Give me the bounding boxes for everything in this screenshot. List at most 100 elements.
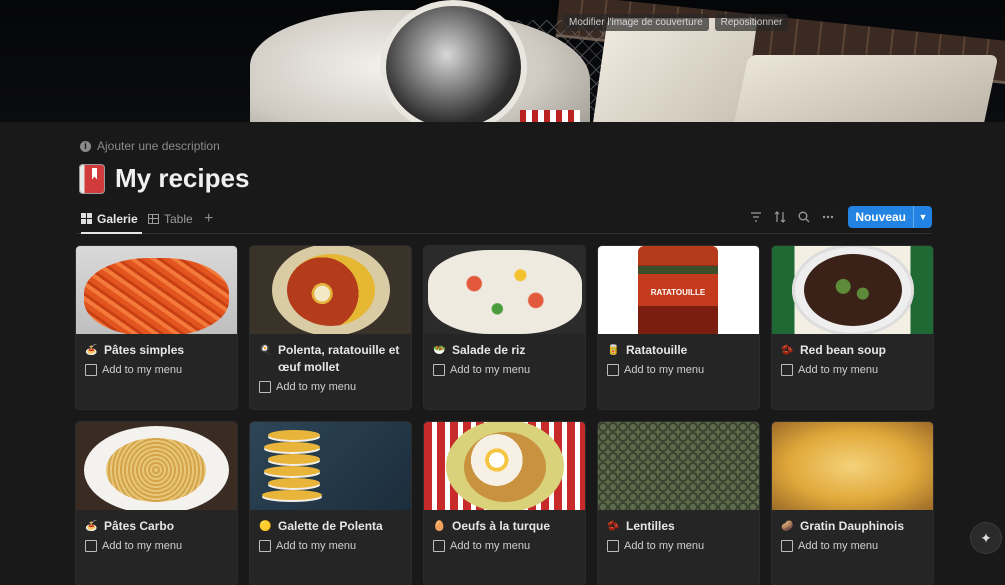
add-description-button[interactable]: i Ajouter une description (80, 139, 220, 153)
add-to-menu-checkbox[interactable]: Add to my menu (772, 535, 933, 552)
lentil-icon: 🫘 (607, 521, 620, 532)
tab-table-label: Table (164, 211, 193, 226)
checkbox-label: Add to my menu (102, 540, 183, 552)
checkbox-label: Add to my menu (276, 540, 357, 552)
checkbox-label: Add to my menu (624, 540, 705, 552)
egg-icon: 🍳 (259, 345, 272, 356)
checkbox-icon (607, 364, 619, 376)
gallery-card[interactable]: 🫘 Red bean soup Add to my menu (772, 246, 933, 409)
card-title: Pâtes simples (104, 343, 185, 357)
checkbox-label: Add to my menu (798, 364, 879, 376)
more-icon[interactable] (816, 205, 840, 229)
card-image-gratin-dauphinois (772, 422, 933, 510)
card-image-ratatouille: RATATOUILLE (598, 246, 759, 334)
checkbox-icon (433, 364, 445, 376)
checkbox-label: Add to my menu (450, 364, 531, 376)
card-image-pates-simples (76, 246, 237, 334)
add-to-menu-checkbox[interactable]: Add to my menu (424, 359, 585, 376)
card-title: Pâtes Carbo (104, 519, 175, 533)
gallery-card[interactable]: RATATOUILLE 🥫 Ratatouille Add to my menu (598, 246, 759, 409)
new-button[interactable]: Nouveau ▼ (848, 206, 932, 228)
gallery-card[interactable]: 🥔 Gratin Dauphinois Add to my menu (772, 422, 933, 585)
checkbox-label: Add to my menu (624, 364, 705, 376)
cover-actions: Modifier l'image de couverture Repositio… (563, 14, 789, 31)
card-image-polenta (250, 246, 411, 334)
checkbox-label: Add to my menu (102, 364, 183, 376)
filter-icon[interactable] (744, 205, 768, 229)
add-to-menu-checkbox[interactable]: Add to my menu (250, 376, 411, 393)
card-title: Galette de Polenta (278, 519, 383, 533)
card-title: Oeufs à la turque (452, 519, 551, 533)
search-icon[interactable] (792, 205, 816, 229)
gallery-grid: 🍝 Pâtes simples Add to my menu 🍳 Polenta, … (76, 246, 936, 585)
table-icon (148, 213, 159, 224)
gallery-card[interactable]: 🫘 Lentilles Add to my menu (598, 422, 759, 585)
astronaut-helmet (380, 0, 527, 122)
gallery-card[interactable]: 🟡 Galette de Polenta Add to my menu (250, 422, 411, 585)
gallery-card[interactable]: 🥗 Salade de riz Add to my menu (424, 246, 585, 409)
checkbox-icon (259, 381, 271, 393)
sparkle-icon[interactable]: ✦ (971, 523, 1001, 553)
add-view-plus-icon[interactable]: + (204, 205, 213, 232)
checkbox-icon (259, 540, 271, 552)
pasta-icon: 🍝 (85, 521, 98, 532)
gallery-card[interactable]: 🍳 Polenta, ratatouille et œuf mollet Add … (250, 246, 411, 409)
checkbox-label: Add to my menu (450, 540, 531, 552)
tab-table[interactable]: Table (148, 205, 193, 232)
add-to-menu-checkbox[interactable]: Add to my menu (76, 535, 237, 552)
card-title: Ratatouille (626, 343, 688, 357)
flag-patch (520, 110, 580, 122)
change-cover-button[interactable]: Modifier l'image de couverture (563, 14, 709, 31)
equipment-bag (592, 18, 758, 122)
card-image-oeufs-a-la-turque (424, 422, 585, 510)
add-to-menu-checkbox[interactable]: Add to my menu (772, 359, 933, 376)
potato-icon: 🥔 (781, 521, 794, 532)
card-image-pates-carbo (76, 422, 237, 510)
salad-icon: 🥗 (433, 345, 446, 356)
checkbox-icon (85, 540, 97, 552)
pasta-icon: 🍝 (85, 345, 98, 356)
gallery-card[interactable]: 🥚 Oeufs à la turque Add to my menu (424, 422, 585, 585)
new-button-label[interactable]: Nouveau (848, 206, 913, 228)
add-to-menu-checkbox[interactable]: Add to my menu (424, 535, 585, 552)
card-image-lentilles (598, 422, 759, 510)
checkbox-icon (607, 540, 619, 552)
card-title: Gratin Dauphinois (800, 519, 905, 533)
card-image-galette-de-polenta (250, 422, 411, 510)
checkbox-label: Add to my menu (798, 540, 879, 552)
card-title: Lentilles (626, 519, 675, 533)
checkbox-icon (781, 364, 793, 376)
checkbox-icon (781, 540, 793, 552)
bookmark-book-icon[interactable] (79, 163, 105, 194)
polenta-icon: 🟡 (259, 521, 272, 532)
card-image-red-bean-soup (772, 246, 933, 334)
checkbox-label: Add to my menu (276, 381, 357, 393)
jar-icon: 🥫 (607, 345, 620, 356)
tab-galerie[interactable]: Galerie (81, 205, 142, 234)
add-to-menu-checkbox[interactable]: Add to my menu (76, 359, 237, 376)
card-title: Red bean soup (800, 343, 887, 357)
checkbox-icon (85, 364, 97, 376)
egg-icon: 🥚 (433, 521, 446, 532)
gallery-card[interactable]: 🍝 Pâtes simples Add to my menu (76, 246, 237, 409)
view-bar: Galerie Table + Nouveau ▼ (76, 205, 932, 234)
gallery-card[interactable]: 🍝 Pâtes Carbo Add to my menu (76, 422, 237, 585)
jar-label-text: RATATOUILLE (650, 288, 706, 297)
card-image-salade-de-riz (424, 246, 585, 334)
reposition-cover-button[interactable]: Repositionner (714, 14, 789, 31)
cover-image: Modifier l'image de couverture Repositio… (0, 0, 1005, 122)
add-description-label: Ajouter une description (97, 139, 220, 153)
bean-icon: 🫘 (781, 345, 794, 356)
equipment-bag-2 (731, 55, 999, 122)
tab-galerie-label: Galerie (97, 211, 138, 226)
info-icon: i (80, 140, 91, 152)
toolbar: Nouveau ▼ (744, 205, 932, 229)
add-to-menu-checkbox[interactable]: Add to my menu (250, 535, 411, 552)
chevron-down-icon[interactable]: ▼ (913, 206, 932, 228)
add-to-menu-checkbox[interactable]: Add to my menu (598, 535, 759, 552)
page-header: My recipes (79, 163, 249, 194)
card-title: Polenta, ratatouille et œuf mollet (278, 343, 400, 374)
sort-icon[interactable] (768, 205, 792, 229)
page-title[interactable]: My recipes (115, 163, 249, 194)
add-to-menu-checkbox[interactable]: Add to my menu (598, 359, 759, 376)
